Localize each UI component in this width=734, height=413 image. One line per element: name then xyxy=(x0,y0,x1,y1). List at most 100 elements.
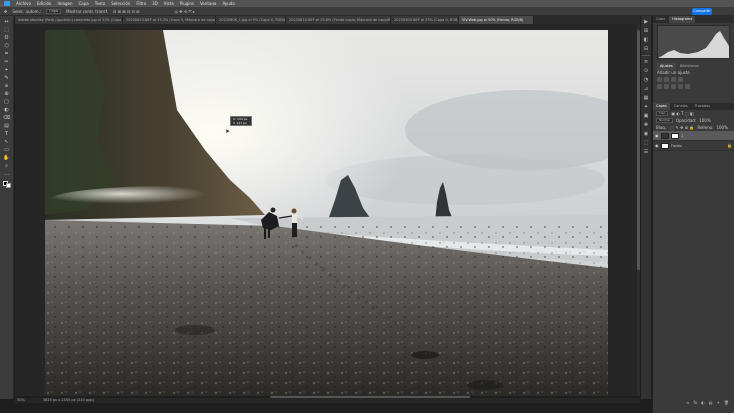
rail-swatch-icon[interactable]: ▦ xyxy=(643,95,649,101)
layer-mask-icon[interactable]: ◐ xyxy=(701,400,705,407)
move-tool-icon[interactable]: ✥ xyxy=(4,9,7,14)
object-select-tool-icon[interactable]: ⬡ xyxy=(3,43,10,49)
canvas-area[interactable] xyxy=(15,24,639,396)
color-swatches[interactable] xyxy=(2,181,11,188)
document-tab[interactable]: Adobe stockby (Red) (AppleUn) completo.j… xyxy=(15,16,123,24)
opacity-value[interactable]: 100% xyxy=(699,118,710,123)
eyedropper-tool-icon[interactable]: ⌖ xyxy=(3,67,10,73)
zoom-tool-icon[interactable]: ⌕ xyxy=(3,163,10,169)
document-tab[interactable]: 20230608_1.jpg al 9% (Capa 0, RGB/8) xyxy=(216,16,286,24)
tab-color[interactable]: Color xyxy=(653,16,668,23)
rail-list-icon[interactable]: ≡ xyxy=(643,59,649,65)
zoom-level[interactable]: 50% xyxy=(17,398,25,403)
lasso-tool-icon[interactable]: ʘ xyxy=(3,35,10,41)
clone-stamp-icon[interactable]: ⊕ xyxy=(3,91,10,97)
layer-name[interactable]: Fondo xyxy=(671,144,682,148)
vertical-scroll-thumb[interactable] xyxy=(637,30,640,270)
menu-type[interactable]: Texto xyxy=(95,1,106,6)
healing-brush-icon[interactable]: ✎ xyxy=(3,75,10,81)
document-tab[interactable]: 20230610.NEF al 25,6% (Fondo copia, Másc… xyxy=(286,16,391,24)
rail-circle-icon[interactable]: ◉ xyxy=(643,131,649,137)
document-tab[interactable]: 20230610.NEF al 33,3% (Capa 0, Máscara d… xyxy=(123,16,216,24)
background-color-swatch[interactable] xyxy=(5,183,11,188)
rail-frame-icon[interactable]: ▣ xyxy=(643,113,649,119)
share-button[interactable]: Compartir xyxy=(692,8,712,15)
menu-edit[interactable]: Edición xyxy=(37,1,51,6)
rail-grid-icon[interactable]: ⊞ xyxy=(643,28,649,34)
document-dimensions[interactable]: 3828 px x 2555 px (240 ppp) xyxy=(43,398,94,403)
align-icons[interactable]: ⊟ ⊞ ⊠ ⊡ ⊟ ⊞ xyxy=(113,9,139,14)
menu-view[interactable]: Vista xyxy=(164,1,174,6)
rail-color-icon[interactable]: ◔ xyxy=(643,77,649,83)
move-tool-icon[interactable]: ↔ xyxy=(3,19,10,25)
more-tools-icon[interactable]: … xyxy=(3,171,10,177)
layer-row[interactable]: ◉ 1 xyxy=(653,131,734,141)
eraser-tool-icon[interactable]: ◐ xyxy=(3,107,10,113)
rectangle-tool-icon[interactable]: ▭ xyxy=(3,147,10,153)
blend-mode-dropdown[interactable]: Normal xyxy=(656,118,673,123)
menu-3d[interactable]: 3D xyxy=(152,1,158,6)
history-brush-icon[interactable]: ▢ xyxy=(3,99,10,105)
photo-filter-adjust-icon[interactable] xyxy=(685,84,690,89)
menu-image[interactable]: Imagen xyxy=(57,1,72,6)
tab-paths[interactable]: Trazados xyxy=(692,103,713,110)
rail-target-icon[interactable]: ⊙ xyxy=(643,68,649,74)
layer-filter-dropdown[interactable]: Tipo xyxy=(656,111,669,116)
rail-select-icon[interactable]: ⬚ xyxy=(643,140,649,146)
layer-mask-thumbnail[interactable] xyxy=(671,132,679,139)
delete-layer-icon[interactable]: 🗑 xyxy=(724,400,729,407)
filter-icons[interactable]: ▣ ◐ T ⬚ ◧ xyxy=(671,111,693,116)
rail-shape-icon[interactable]: ⊿ xyxy=(643,86,649,92)
bw-adjust-icon[interactable] xyxy=(678,84,683,89)
menu-filter[interactable]: Filtro xyxy=(136,1,146,6)
exposure-adjust-icon[interactable] xyxy=(678,77,683,82)
autoselect-dropdown[interactable]: Capa xyxy=(46,8,62,14)
gradient-tool-icon[interactable]: ⌫ xyxy=(3,115,10,121)
curves-adjust-icon[interactable] xyxy=(671,77,676,82)
vibrance-adjust-icon[interactable] xyxy=(657,84,662,89)
document-tab-active[interactable]: VIV.Web.jpg al 50% (Fondo, RGB/8) xyxy=(459,16,534,24)
rail-play-icon[interactable]: ▶ xyxy=(643,19,649,25)
show-transform-checkbox[interactable]: Mostrar contr. transf. xyxy=(66,9,108,14)
tab-histogram[interactable]: Histograma xyxy=(669,16,696,23)
brush-tool-icon[interactable]: ⌀ xyxy=(3,83,10,89)
menu-layer[interactable]: Capa xyxy=(79,1,89,6)
menu-file[interactable]: Archivo xyxy=(16,1,31,6)
layer-row[interactable]: ◉ Fondo 🔒 xyxy=(653,141,734,151)
layer-name[interactable]: 1 xyxy=(681,134,683,138)
blur-tool-icon[interactable]: ▤ xyxy=(3,123,10,129)
photoshop-logo-icon[interactable] xyxy=(4,1,10,6)
color-balance-adjust-icon[interactable] xyxy=(671,84,676,89)
hand-tool-icon[interactable]: ✋ xyxy=(3,155,10,161)
slice-tool-icon[interactable]: ✂ xyxy=(3,59,10,65)
document-tab[interactable]: 20230309.NEF al 33% (Capa 0, RGB/8) xyxy=(391,16,459,24)
tab-adjustments[interactable]: Ajustes xyxy=(657,63,676,70)
rail-menu-icon[interactable]: ☰ xyxy=(643,149,649,155)
adjustment-layer-icon[interactable]: ▤ xyxy=(709,400,713,407)
tab-libraries[interactable]: Bibliotecas xyxy=(677,63,702,70)
path-select-icon[interactable]: ↖ xyxy=(3,139,10,145)
rail-add-icon[interactable]: ✚ xyxy=(643,122,649,128)
rail-box-icon[interactable]: ⊟ xyxy=(643,46,649,52)
levels-adjust-icon[interactable] xyxy=(664,77,669,82)
tab-layers[interactable]: Capas xyxy=(653,103,670,110)
crop-tool-icon[interactable]: ⌗ xyxy=(3,51,10,57)
3d-mode-icons[interactable]: ◎ ✥ ⟲ ⤧ ▸ xyxy=(174,9,195,14)
lock-icons[interactable]: ⬚ ✎ ✥ ⊞ 🔒 xyxy=(670,125,694,130)
new-layer-icon[interactable]: + xyxy=(717,400,720,407)
autoselect-label[interactable]: Selec. autom.: xyxy=(12,9,41,14)
fill-value[interactable]: 100% xyxy=(716,125,727,130)
menu-select[interactable]: Selección xyxy=(111,1,130,6)
document-image[interactable] xyxy=(45,30,608,396)
menu-window[interactable]: Ventana xyxy=(200,1,216,6)
rail-panel-icon[interactable]: ◧ xyxy=(643,37,649,43)
rail-star-icon[interactable]: ✦ xyxy=(643,104,649,110)
type-tool-icon[interactable]: T xyxy=(3,131,10,137)
visibility-eye-icon[interactable]: ◉ xyxy=(655,143,659,148)
marquee-tool-icon[interactable]: ⬚ xyxy=(3,27,10,33)
menu-plugins[interactable]: Plugins xyxy=(180,1,194,6)
menu-help[interactable]: Ayuda xyxy=(222,1,234,6)
hue-adjust-icon[interactable] xyxy=(664,84,669,89)
visibility-eye-icon[interactable]: ◉ xyxy=(655,133,659,138)
layer-link-icon[interactable]: ∞ xyxy=(686,400,689,407)
